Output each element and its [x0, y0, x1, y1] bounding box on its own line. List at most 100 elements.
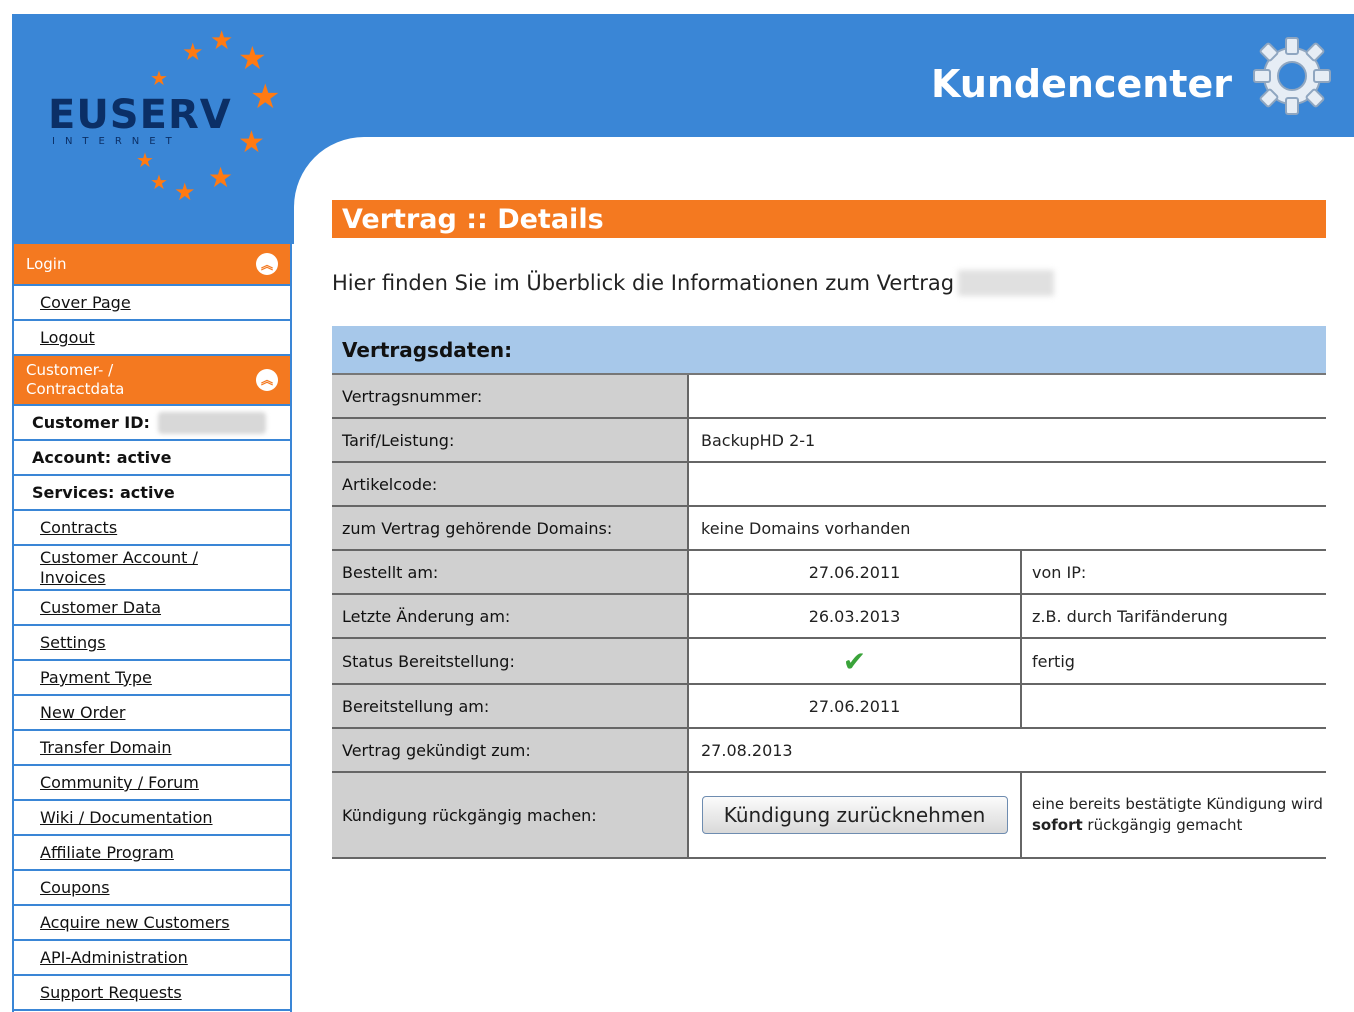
table-row: Kündigung rückgängig machen: Kündigung z…: [332, 772, 1326, 859]
star-icon: ★: [210, 26, 234, 56]
sidebar-link[interactable]: Logout: [40, 328, 95, 347]
row-label: Vertragsnummer:: [332, 374, 689, 419]
sidebar-section-customer[interactable]: Customer- / Contractdata ︽: [14, 356, 290, 406]
row-value: BackupHD 2-1: [688, 418, 1326, 463]
sidebar-link[interactable]: Contracts: [40, 518, 117, 537]
row-extra: [1021, 684, 1326, 729]
sidebar-item-coupons[interactable]: Coupons: [14, 871, 290, 906]
table-header-row: Vertragsdaten:: [332, 326, 1326, 375]
table-row: Letzte Änderung am: 26.03.2013 z.B. durc…: [332, 594, 1326, 639]
row-extra: fertig: [1021, 638, 1326, 685]
cancel-termination-button[interactable]: Kündigung zurücknehmen: [701, 796, 1008, 834]
note-text-end: rückgängig gemacht: [1082, 816, 1243, 834]
sidebar-link[interactable]: Payment Type: [40, 668, 152, 687]
table-row: Status Bereitstellung: ✔ fertig: [332, 638, 1326, 685]
star-icon: ★: [136, 148, 154, 172]
euserv-logo[interactable]: ★ ★ ★ ★ ★ ★ ★ ★ ★ ★ EUSERV INTERNET: [32, 24, 292, 224]
sidebar-link[interactable]: Wiki / Documentation: [40, 808, 213, 827]
logo-subtext: INTERNET: [52, 136, 182, 147]
row-value: 27.08.2013: [688, 728, 1326, 773]
star-icon: ★: [150, 170, 168, 194]
star-icon: ★: [208, 161, 234, 194]
row-label: Status Bereitstellung:: [332, 638, 689, 685]
sidebar-link[interactable]: New Order: [40, 703, 125, 722]
sidebar-link[interactable]: Coupons: [40, 878, 110, 897]
services-status-text: Services: active: [32, 483, 175, 502]
row-label: Bestellt am:: [332, 550, 689, 595]
table-row: zum Vertrag gehörende Domains: keine Dom…: [332, 506, 1326, 551]
row-label: Tarif/Leistung:: [332, 418, 689, 463]
sidebar-item-customer-data[interactable]: Customer Data: [14, 591, 290, 626]
section-title: Vertrag :: Details: [332, 200, 1326, 238]
note-bold: sofort: [1032, 816, 1083, 834]
collapse-icon[interactable]: ︽: [256, 369, 278, 391]
sidebar-link[interactable]: Cover Page: [40, 293, 131, 312]
customer-id: Customer ID:: [14, 406, 290, 441]
row-value: 27.06.2011: [688, 684, 1022, 729]
sidebar-link[interactable]: Settings: [40, 633, 106, 652]
account-status: Account: active: [14, 441, 290, 476]
customer-id-redacted: [157, 411, 266, 434]
table-header: Vertragsdaten:: [332, 326, 1326, 375]
contract-number-redacted: [958, 270, 1055, 296]
star-icon: ★: [150, 66, 168, 90]
star-icon: ★: [174, 178, 196, 206]
sidebar-item-api[interactable]: API-Administration: [14, 941, 290, 976]
sidebar-link[interactable]: API-Administration: [40, 948, 188, 967]
collapse-icon[interactable]: ︽: [256, 253, 278, 275]
sidebar-item-support[interactable]: Support Requests: [14, 976, 290, 1011]
gear-icon: [1253, 37, 1331, 115]
table-row: Vertragsnummer:: [332, 374, 1326, 419]
table-row: Tarif/Leistung: BackupHD 2-1: [332, 418, 1326, 463]
row-value: 26.03.2013: [688, 594, 1022, 639]
sidebar-link[interactable]: Support Requests: [40, 983, 182, 1002]
sidebar-link[interactable]: Transfer Domain: [40, 738, 172, 757]
table-row: Bestellt am: 27.06.2011 von IP:: [332, 550, 1326, 595]
button-cell: Kündigung zurücknehmen: [688, 772, 1022, 859]
sidebar-item-community[interactable]: Community / Forum: [14, 766, 290, 801]
row-value: 27.06.2011: [688, 550, 1022, 595]
sidebar-link[interactable]: Acquire new Customers: [40, 913, 230, 932]
row-label: Kündigung rückgängig machen:: [332, 772, 689, 859]
sidebar-section-login[interactable]: Login ︽: [14, 244, 290, 286]
row-extra: z.B. durch Tarifänderung: [1021, 594, 1326, 639]
sidebar-item-cover-page[interactable]: Cover Page: [14, 286, 290, 321]
sidebar-item-logout[interactable]: Logout: [14, 321, 290, 356]
intro-text: Hier finden Sie im Überblick die Informa…: [332, 268, 1326, 298]
row-label: Artikelcode:: [332, 462, 689, 507]
sidebar-item-acquire[interactable]: Acquire new Customers: [14, 906, 290, 941]
row-value: [688, 374, 1326, 419]
sidebar-item-new-order[interactable]: New Order: [14, 696, 290, 731]
customer-id-label: Customer ID:: [32, 413, 150, 432]
table-row: Artikelcode:: [332, 462, 1326, 507]
table-row: Vertrag gekündigt zum: 27.08.2013: [332, 728, 1326, 773]
row-label: zum Vertrag gehörende Domains:: [332, 506, 689, 551]
sidebar-item-payment-type[interactable]: Payment Type: [14, 661, 290, 696]
status-cell: ✔: [688, 638, 1022, 685]
logo-text: EUSERV: [48, 92, 232, 138]
sidebar-link[interactable]: Affiliate Program: [40, 843, 174, 862]
sidebar-item-transfer-domain[interactable]: Transfer Domain: [14, 731, 290, 766]
sidebar-link[interactable]: Community / Forum: [40, 773, 199, 792]
sidebar-item-customer-account[interactable]: Customer Account / Invoices: [14, 546, 290, 591]
row-label: Letzte Änderung am:: [332, 594, 689, 639]
intro-label: Hier finden Sie im Überblick die Informa…: [332, 271, 955, 295]
sidebar: Login ︽ Cover Page Logout Customer- / Co…: [12, 244, 292, 1012]
sidebar-link[interactable]: Customer Account / Invoices: [40, 548, 240, 588]
star-icon: ★: [250, 77, 281, 117]
row-value: keine Domains vorhanden: [688, 506, 1326, 551]
row-label: Bereitstellung am:: [332, 684, 689, 729]
page-title: Kundencenter: [931, 62, 1232, 106]
sidebar-item-wiki[interactable]: Wiki / Documentation: [14, 801, 290, 836]
sidebar-link[interactable]: Customer Data: [40, 598, 161, 617]
row-extra: von IP:: [1021, 550, 1326, 595]
contract-table: Vertragsdaten: Vertragsnummer: Tarif/Lei…: [332, 326, 1326, 859]
checkmark-icon: ✔: [842, 644, 867, 678]
termination-note: eine bereits bestätigte Kündigung wird s…: [1021, 772, 1326, 859]
sidebar-item-contracts[interactable]: Contracts: [14, 511, 290, 546]
sidebar-item-settings[interactable]: Settings: [14, 626, 290, 661]
note-text: eine bereits bestätigte Kündigung wird: [1032, 795, 1323, 813]
services-status: Services: active: [14, 476, 290, 511]
sidebar-section-label: Customer- / Contractdata: [26, 361, 125, 398]
sidebar-item-affiliate[interactable]: Affiliate Program: [14, 836, 290, 871]
